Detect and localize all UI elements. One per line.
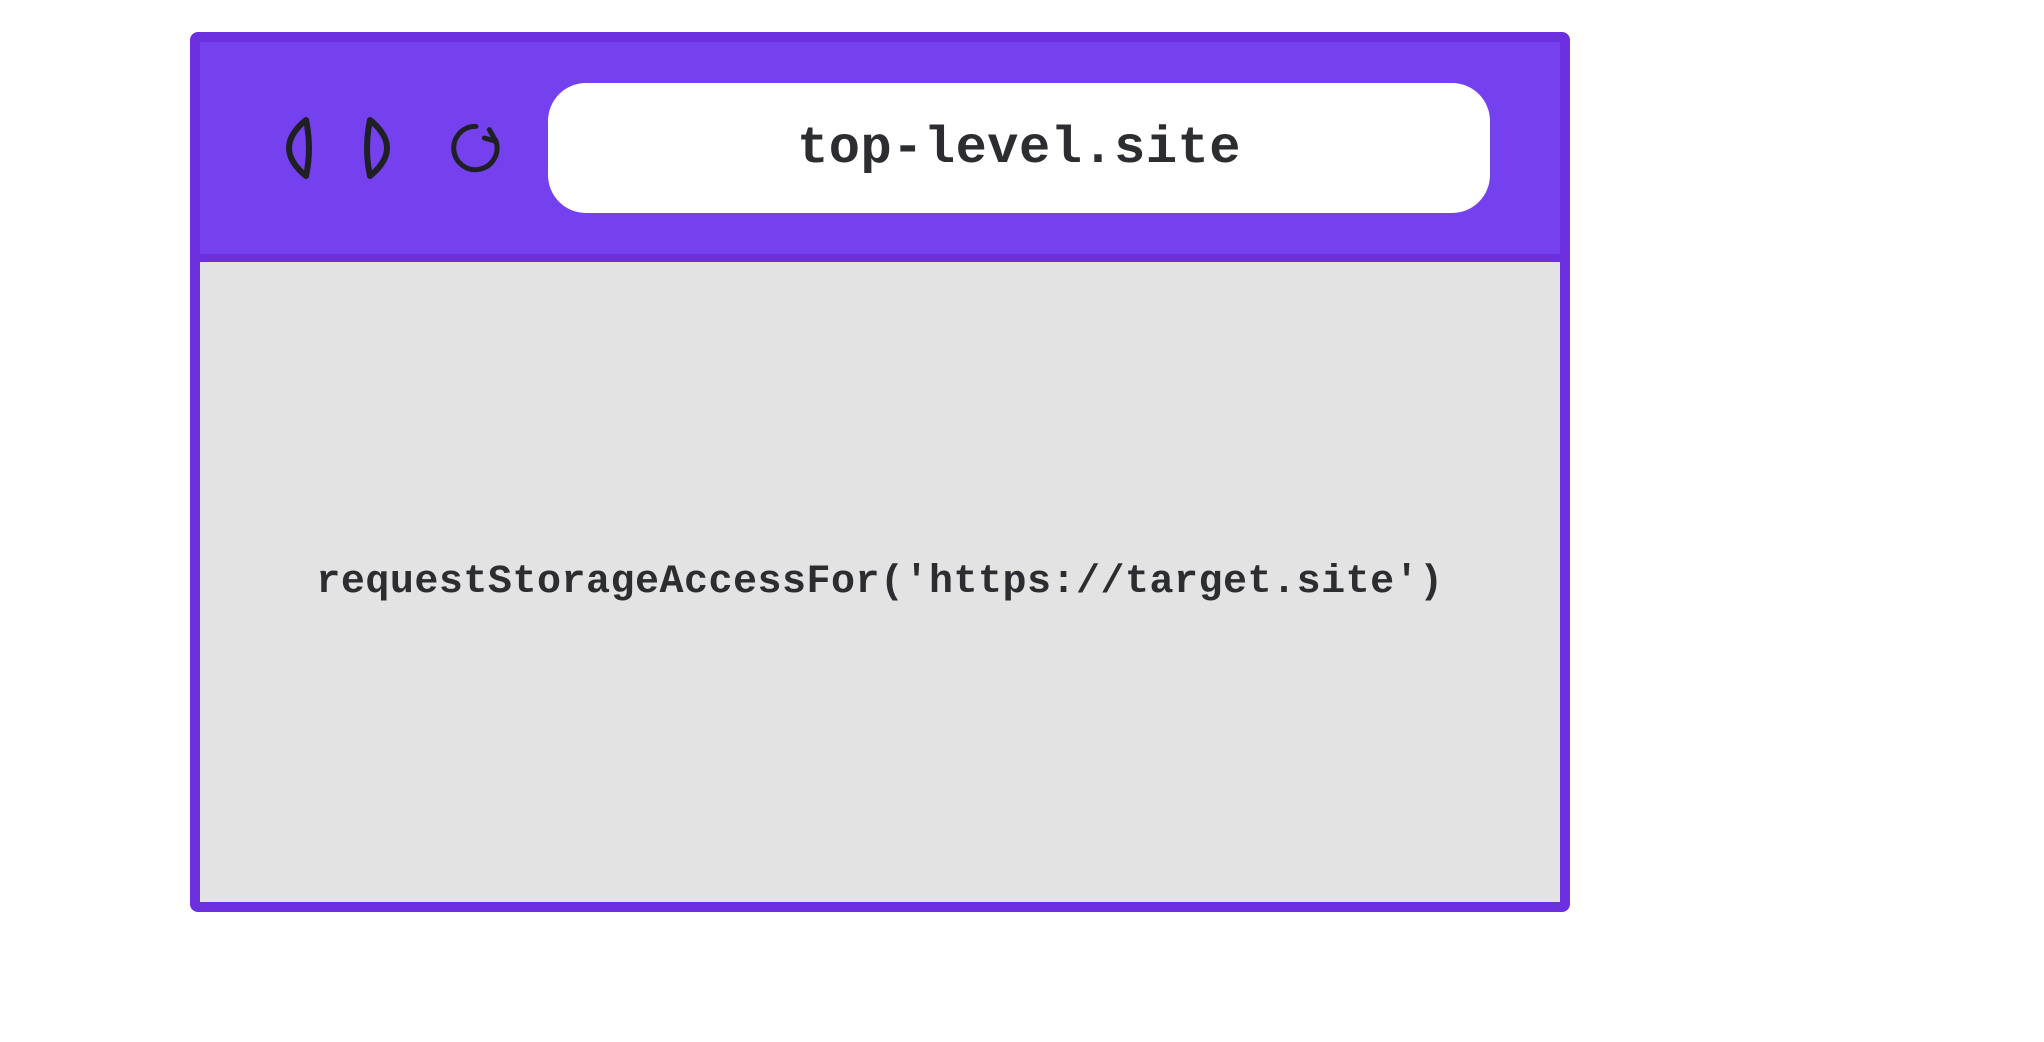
address-bar[interactable]: top-level.site — [548, 83, 1490, 213]
address-text: top-level.site — [797, 119, 1241, 178]
page-viewport: requestStorageAccessFor('https://target.… — [200, 262, 1560, 902]
code-snippet: requestStorageAccessFor('https://target.… — [316, 560, 1443, 605]
browser-window: top-level.site requestStorageAccessFor('… — [190, 32, 1570, 912]
reload-icon[interactable] — [444, 108, 508, 188]
browser-toolbar: top-level.site — [200, 42, 1560, 262]
back-icon[interactable] — [260, 108, 324, 188]
nav-controls — [260, 108, 508, 188]
forward-icon[interactable] — [352, 108, 416, 188]
